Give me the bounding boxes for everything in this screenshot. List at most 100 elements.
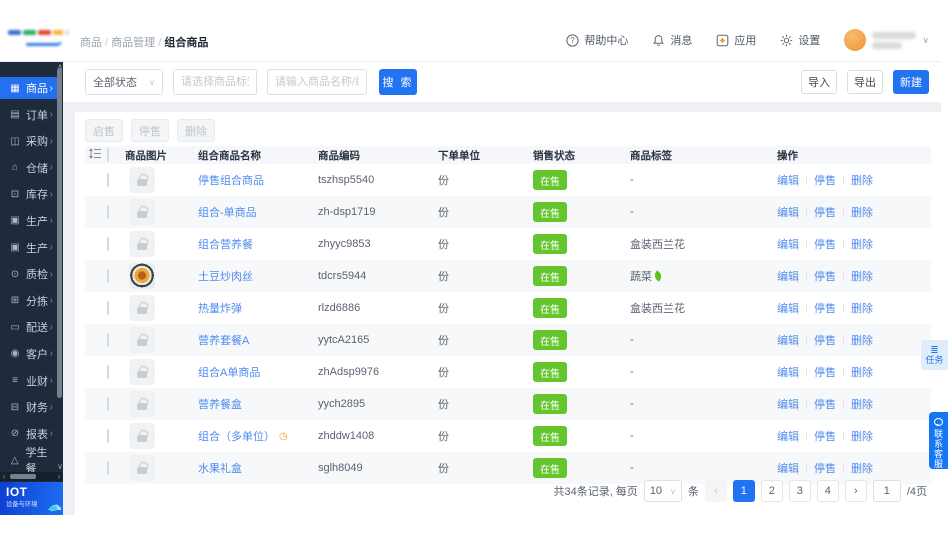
task-floating-tab[interactable]: ≣ 任务 (921, 340, 948, 370)
product-name-link[interactable]: 土豆炒肉丝 (198, 268, 253, 284)
row-checkbox[interactable] (107, 205, 109, 219)
select-all-checkbox[interactable] (107, 148, 109, 162)
scrollbar-down-icon[interactable]: ∨ (57, 462, 63, 471)
sidebar-item[interactable]: ⌂ 仓储 › (0, 157, 57, 179)
delete-link[interactable]: 删除 (851, 172, 873, 188)
product-name-link[interactable]: 组合A单商品 (198, 364, 260, 380)
page-number-button[interactable]: 1 (733, 480, 755, 502)
stop-sale-link[interactable]: 停售 (814, 268, 836, 284)
edit-link[interactable]: 编辑 (777, 172, 799, 188)
edit-link[interactable]: 编辑 (777, 396, 799, 412)
edit-link[interactable]: 编辑 (777, 268, 799, 284)
column-sort-icon[interactable] (89, 148, 107, 162)
messages-button[interactable]: 消息 (652, 32, 692, 48)
row-checkbox[interactable] (107, 429, 109, 443)
settings-button[interactable]: 设置 (780, 32, 820, 48)
sidebar-item[interactable]: ⊙ 质检 › (0, 263, 57, 285)
delete-link[interactable]: 删除 (851, 300, 873, 316)
delete-link[interactable]: 删除 (851, 236, 873, 252)
row-checkbox[interactable] (107, 397, 109, 411)
product-name-link[interactable]: 组合-单商品 (198, 204, 257, 220)
sidebar-item[interactable]: ⊘ 报表 › (0, 423, 57, 445)
name-search-input[interactable] (267, 69, 367, 95)
bulk-action-button[interactable]: 启售 (85, 119, 123, 142)
next-page-button[interactable]: › (845, 480, 867, 502)
iot-banner[interactable]: IOT 设备与环境 ☁ (0, 482, 63, 515)
sidebar-item[interactable]: ⊡ 库存 › (0, 183, 57, 205)
page-number-button[interactable]: 2 (761, 480, 783, 502)
sidebar-hscrollbar[interactable]: ‹ › (0, 472, 63, 481)
sidebar-item[interactable]: ≡ 业财 › (0, 370, 57, 392)
sidebar-item[interactable]: ▦ 商品 › (0, 77, 57, 99)
product-name-link[interactable]: 组合（多单位）◷ (198, 428, 288, 444)
sidebar-item[interactable]: ▤ 订单 › (0, 104, 57, 126)
delete-link[interactable]: 删除 (851, 332, 873, 348)
sidebar-item[interactable]: ◉ 客户 › (0, 343, 57, 365)
breadcrumb-item[interactable]: 商品 (80, 37, 111, 49)
row-checkbox[interactable] (107, 173, 109, 187)
stop-sale-link[interactable]: 停售 (814, 396, 836, 412)
delete-link[interactable]: 删除 (851, 364, 873, 380)
edit-link[interactable]: 编辑 (777, 364, 799, 380)
bulk-action-button[interactable]: 停售 (131, 119, 169, 142)
product-name-link[interactable]: 热量炸弹 (198, 300, 242, 316)
row-checkbox[interactable] (107, 301, 109, 315)
product-photo[interactable] (129, 263, 155, 289)
stop-sale-link[interactable]: 停售 (814, 332, 836, 348)
sidebar-scrollbar[interactable] (57, 68, 62, 398)
user-menu[interactable]: ∨ (844, 29, 929, 51)
product-name-link[interactable]: 水果礼盒 (198, 460, 242, 476)
sidebar-item[interactable]: △ 学生餐 (0, 449, 57, 471)
row-checkbox[interactable] (107, 365, 109, 379)
edit-link[interactable]: 编辑 (777, 428, 799, 444)
scroll-left-icon[interactable]: ‹ (0, 472, 8, 481)
sidebar-item[interactable]: ◫ 采购 › (0, 130, 57, 152)
tag-filter-input[interactable] (173, 69, 257, 95)
page-jump-input[interactable] (873, 480, 901, 502)
bulk-action-button[interactable]: 删除 (177, 119, 215, 142)
edit-link[interactable]: 编辑 (777, 300, 799, 316)
delete-link[interactable]: 删除 (851, 204, 873, 220)
sidebar-item[interactable]: ▣ 生产 › (0, 210, 57, 232)
row-checkbox[interactable] (107, 333, 109, 347)
apps-button[interactable]: 应用 (716, 32, 756, 48)
delete-link[interactable]: 删除 (851, 460, 873, 476)
row-checkbox[interactable] (107, 461, 109, 475)
page-size-select[interactable]: 10 ∨ (644, 480, 682, 502)
product-name-link[interactable]: 组合营养餐 (198, 236, 253, 252)
scroll-right-icon[interactable]: › (55, 472, 63, 481)
prev-page-button[interactable]: ‹ (705, 480, 727, 502)
delete-link[interactable]: 删除 (851, 396, 873, 412)
stop-sale-link[interactable]: 停售 (814, 428, 836, 444)
search-button[interactable]: 搜 索 (379, 69, 417, 95)
product-name-link[interactable]: 营养套餐A (198, 332, 249, 348)
stop-sale-link[interactable]: 停售 (814, 172, 836, 188)
stop-sale-link[interactable]: 停售 (814, 236, 836, 252)
edit-link[interactable]: 编辑 (777, 236, 799, 252)
hscroll-thumb[interactable] (10, 474, 36, 479)
customer-service-button[interactable]: 联系客服 (929, 412, 948, 469)
stop-sale-link[interactable]: 停售 (814, 300, 836, 316)
sidebar-item[interactable]: ⊟ 财务 › (0, 396, 57, 418)
delete-link[interactable]: 删除 (851, 268, 873, 284)
import-button[interactable]: 导入 (801, 70, 837, 94)
breadcrumb-item[interactable]: 商品管理 (111, 37, 164, 49)
sidebar-item[interactable]: ▭ 配送 › (0, 316, 57, 338)
page-number-button[interactable]: 3 (789, 480, 811, 502)
export-button[interactable]: 导出 (847, 70, 883, 94)
create-button[interactable]: 新建 (893, 70, 929, 94)
stop-sale-link[interactable]: 停售 (814, 364, 836, 380)
product-name-link[interactable]: 营养餐盒 (198, 396, 242, 412)
help-center-button[interactable]: ? 帮助中心 (566, 32, 628, 48)
row-checkbox[interactable] (107, 237, 109, 251)
page-number-button[interactable]: 4 (817, 480, 839, 502)
stop-sale-link[interactable]: 停售 (814, 204, 836, 220)
stop-sale-link[interactable]: 停售 (814, 460, 836, 476)
delete-link[interactable]: 删除 (851, 428, 873, 444)
row-checkbox[interactable] (107, 269, 109, 283)
edit-link[interactable]: 编辑 (777, 204, 799, 220)
sidebar-item[interactable]: ▣ 生产 › (0, 237, 57, 259)
product-name-link[interactable]: 停售组合商品 (198, 172, 264, 188)
edit-link[interactable]: 编辑 (777, 332, 799, 348)
edit-link[interactable]: 编辑 (777, 460, 799, 476)
